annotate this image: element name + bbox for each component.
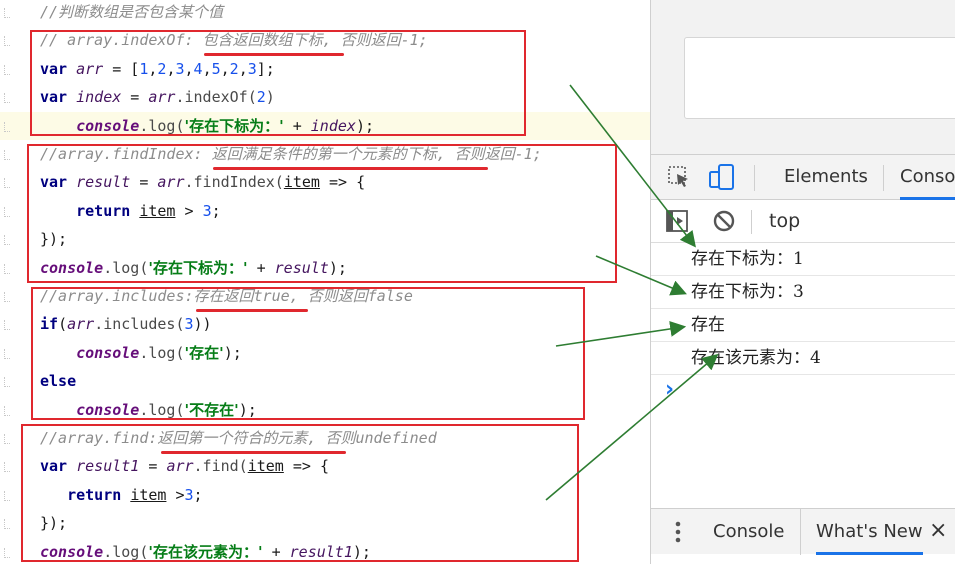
fold-gutter-mark xyxy=(4,434,10,444)
annotation-underline-findindex xyxy=(213,167,488,170)
prompt-chevron-icon: › xyxy=(665,377,675,402)
console-message-text: 存在该元素为：4 xyxy=(691,348,821,368)
code-token: //判断数组是否包含某个值 xyxy=(40,3,224,21)
drawer-menu-icon[interactable] xyxy=(675,520,681,548)
code-line[interactable]: //判断数组是否包含某个值 xyxy=(40,0,223,26)
toolbar-divider xyxy=(751,210,752,234)
console-message: 存在下标为：3 xyxy=(651,276,955,309)
tab-elements[interactable]: Elements xyxy=(784,155,868,200)
fold-gutter-mark xyxy=(4,462,10,473)
fold-gutter-mark xyxy=(4,348,10,359)
console-prompt[interactable]: › xyxy=(651,375,955,405)
fold-gutter-mark xyxy=(4,320,10,331)
tab-console[interactable]: Conso xyxy=(900,155,955,200)
console-message-text: 存在下标为：3 xyxy=(691,282,804,302)
annotation-box-findindex xyxy=(27,144,617,283)
console-message: 存在该元素为：4 xyxy=(651,342,955,375)
drawer-close-icon[interactable]: × xyxy=(929,509,947,553)
page-content-box xyxy=(684,37,955,119)
fold-gutter-mark xyxy=(4,490,10,501)
fold-gutter-mark xyxy=(4,121,10,132)
fold-gutter-mark xyxy=(4,405,10,416)
code-editor[interactable]: //判断数组是否包含某个值// array.indexOf: 包含返回数组下标,… xyxy=(0,0,650,564)
fold-gutter-mark xyxy=(4,206,10,217)
console-toolbar: top xyxy=(651,200,955,243)
fold-gutter-mark xyxy=(4,150,10,160)
page-viewport xyxy=(651,0,955,154)
console-message-text: 存在 xyxy=(691,315,725,335)
drawer-tab-console[interactable]: Console xyxy=(713,509,784,555)
annotation-box-includes xyxy=(31,287,585,420)
devtools-drawer: Console What's New × xyxy=(651,508,955,555)
devtools-tabbar: Elements Conso xyxy=(651,154,955,200)
fold-gutter-mark xyxy=(4,547,10,558)
fold-gutter-mark xyxy=(4,377,10,388)
fold-gutter-mark xyxy=(4,8,10,18)
fold-gutter-mark xyxy=(4,178,10,189)
drawer-tab-whats-new[interactable]: What's New xyxy=(816,509,923,555)
annotation-underline-includes xyxy=(196,309,308,312)
console-message: 存在 xyxy=(651,309,955,342)
inspect-element-icon[interactable] xyxy=(667,165,691,193)
annotation-box-find xyxy=(21,424,579,562)
annotation-box-indexof xyxy=(30,30,526,136)
console-message-text: 存在下标为：1 xyxy=(691,249,804,269)
fold-gutter-mark xyxy=(4,36,10,47)
annotation-underline-indexof xyxy=(204,53,344,56)
fold-gutter-mark xyxy=(4,93,10,104)
console-message: 存在下标为：1 xyxy=(651,243,955,276)
tabbar-divider-2 xyxy=(883,165,884,191)
tabbar-divider xyxy=(754,165,755,191)
drawer-divider xyxy=(800,509,801,555)
sidebar-toggle-icon[interactable] xyxy=(665,209,689,237)
device-toolbar-icon[interactable] xyxy=(708,164,736,194)
fold-gutter-mark xyxy=(4,263,10,274)
clear-console-icon[interactable] xyxy=(712,209,736,237)
context-selector[interactable]: top xyxy=(769,200,800,243)
annotation-underline-find xyxy=(161,451,346,454)
fold-gutter-mark xyxy=(4,519,10,530)
fold-gutter-mark xyxy=(4,235,10,246)
devtools-panel: Elements Conso top 存在下标为：1 存在下标为：3 存在 存在… xyxy=(650,0,955,564)
fold-gutter-mark xyxy=(4,292,10,302)
fold-gutter-mark xyxy=(4,64,10,75)
